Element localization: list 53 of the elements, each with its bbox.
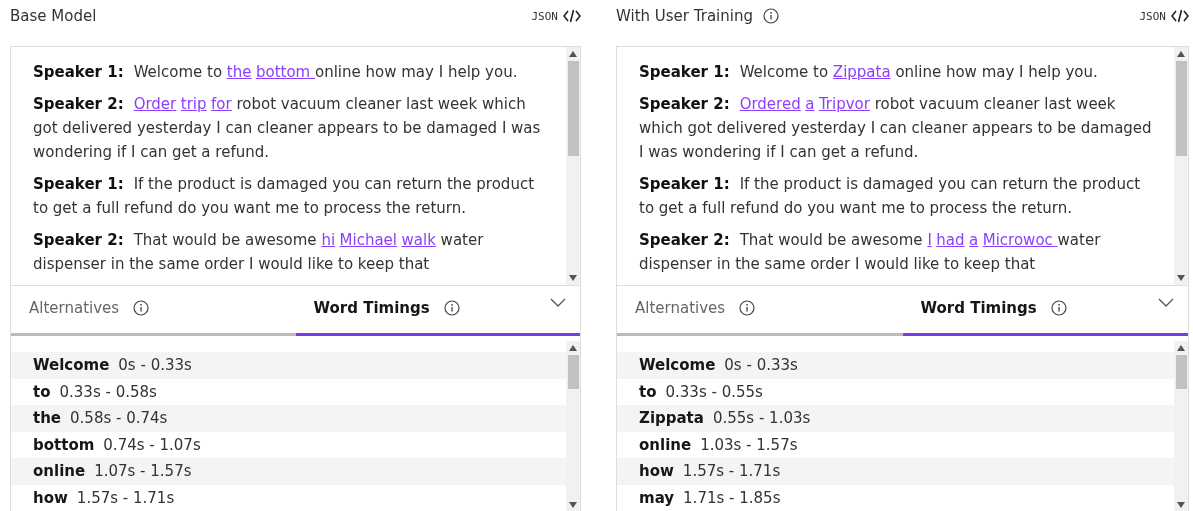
scroll-thumb[interactable] [1175,355,1187,389]
transcript-utterance: Speaker 1: If the product is damaged you can return the product to get a full refund do you want me to process the return. [33,174,536,219]
tab[interactable]: Word Timings [295,286,580,336]
chevron-icon[interactable] [550,298,566,307]
scrollbar[interactable] [1174,47,1188,285]
transcript-utterance: Speaker 2: That would be awesome I had a Microwoc water dispenser in the same order I would like to keep that [639,230,1102,275]
scroll-thumb[interactable] [567,61,579,156]
code-icon [1171,9,1189,23]
scroll-thumb[interactable] [567,355,579,389]
scroll-up-icon[interactable] [569,345,577,351]
word-timing-row-text: bottom 0.74s - 1.07s [32,434,202,456]
transcript-utterance: Speaker 2: That would be awesome hi Michael walk water dispenser in the same order I would like to keep that [33,230,485,275]
word-timing-row: how 1.57s - 1.71s [617,458,1174,485]
code-icon [563,9,581,23]
info-icon[interactable] [133,299,150,316]
panel-title: Base Model [10,7,97,25]
scroll-down-icon[interactable] [569,275,577,281]
info-icon[interactable] [739,299,756,316]
word-timing-row: Zippata 0.55s - 1.03s [617,405,1174,432]
info-icon[interactable] [443,299,460,316]
tab[interactable]: Word Timings [902,286,1188,336]
chevron-icon[interactable] [1158,298,1174,307]
panel-title: With User Training [616,7,753,25]
word-timing-row: the 0.58s - 0.74s [11,405,566,432]
scroll-up-icon[interactable] [1177,345,1185,351]
word-timing-row-text: to 0.33s - 0.55s [638,381,764,403]
word-timing-row: online 1.07s - 1.57s [11,458,566,485]
scroll-up-icon[interactable] [1177,51,1185,57]
scrollbar[interactable] [566,47,580,285]
info-icon[interactable] [1050,299,1067,316]
scroll-down-icon[interactable] [569,502,577,508]
word-timing-row-text: to 0.33s - 0.58s [32,381,158,403]
scroll-thumb[interactable] [1175,61,1187,156]
scrollbar[interactable] [566,341,580,511]
tab[interactable]: Alternatives [11,286,296,336]
scrollbar[interactable] [1174,341,1188,511]
word-timing-row: Welcome 0s - 0.33s [617,352,1174,379]
json-button[interactable]: JSON [1139,9,1189,23]
word-timing-row-text: online 1.03s - 1.57s [638,434,799,456]
tab[interactable]: Alternatives [617,286,903,336]
word-timing-row: Welcome 0s - 0.33s [11,352,566,379]
json-button[interactable]: JSON [531,9,581,23]
word-timing-row-text: may 1.71s - 1.85s [638,487,782,509]
info-icon[interactable] [763,8,779,24]
scroll-down-icon[interactable] [1177,275,1185,281]
transcript-utterance: Speaker 2: Ordered a Tripvor robot vacuum cleaner last week which got delivered yesterday I can cleaner appears to be damaged I was wondering if I can get a refund. [639,94,1153,163]
scroll-up-icon[interactable] [569,51,577,57]
transcript-utterance: Speaker 1: Welcome to Zippata online how may I help you. [639,62,1099,83]
scroll-down-icon[interactable] [1177,502,1185,508]
transcript-utterance: Speaker 1: Welcome to the bottom online how may I help you. [33,62,519,83]
transcript-utterance: Speaker 2: Order trip for robot vacuum cleaner last week which got delivered yesterday I can cleaner appears to be damaged I was wondering if I can get a refund. [33,94,542,163]
word-timing-row-text: how 1.57s - 1.71s [32,487,176,509]
transcript-utterance: Speaker 1: If the product is damaged you can return the product to get a full refund do you want me to process the return. [639,174,1142,219]
